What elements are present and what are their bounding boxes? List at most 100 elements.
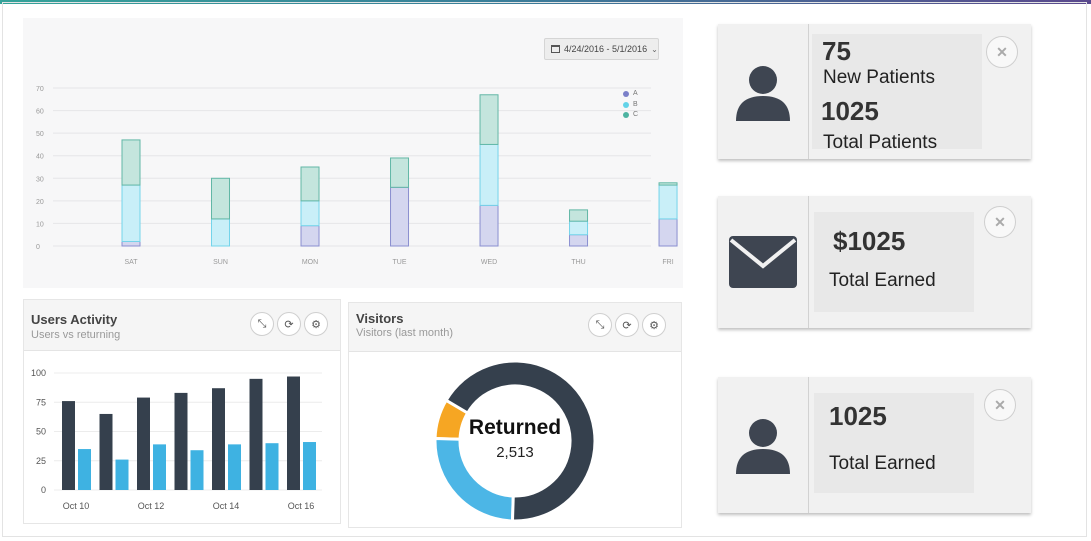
bar-segment-b [300, 200, 320, 227]
earned-close-button[interactable]: ✕ [984, 206, 1016, 238]
y-tick-label: 75 [36, 397, 46, 407]
bar-segment-b [121, 184, 141, 242]
bar-segment-a [390, 186, 410, 247]
x-tick-label: THU [571, 259, 585, 266]
bar-segment-c [479, 94, 499, 145]
patients-icon-area [718, 24, 809, 159]
x-tick-label: Oct 12 [138, 501, 165, 511]
users-activity-chart: 0 25 50 75 100 Oct 10 Oct 12 Oct 14 Oct 16 [31, 368, 322, 511]
visitors-widget: Visitors Visitors (last month) ⤡ ⟳ ⚙ Ret… [348, 302, 682, 528]
bar-segment-c [211, 177, 231, 220]
close-icon: ✕ [996, 43, 1008, 60]
legend-item-a[interactable]: A [623, 89, 638, 100]
bar-segment-b [569, 220, 589, 236]
earned2-card: 1025 Total Earned ✕ [718, 377, 1031, 513]
user-icon [736, 419, 790, 474]
close-icon: ✕ [994, 213, 1006, 230]
y-tick-label: 25 [36, 456, 46, 466]
bar-segment-b [479, 143, 499, 206]
activity-bar [115, 459, 129, 490]
patients-card: 75 New Patients 1025 Total Patients ✕ [718, 24, 1031, 159]
users-activity-header: Users Activity Users vs returning ⤡ ⟳ ⚙ [24, 300, 340, 351]
earned2-close-button[interactable]: ✕ [984, 389, 1016, 421]
total-patients-value: 1025 [821, 96, 879, 126]
legend-label-c: C [633, 111, 639, 118]
bar-segment-c [300, 166, 320, 202]
x-tick-label: Oct 14 [213, 501, 240, 511]
activity-bar [137, 397, 150, 490]
legend-label-a: A [633, 90, 638, 97]
activity-bar [249, 378, 263, 490]
y-tick-label: 10 [36, 221, 44, 228]
y-tick-label: 60 [36, 109, 44, 116]
x-tick-label: Oct 16 [288, 501, 315, 511]
y-tick-label: 70 [36, 86, 44, 93]
activity-bar [153, 444, 166, 490]
refresh-icon[interactable]: ⟳ [277, 312, 301, 336]
y-tick-label: 0 [36, 244, 40, 251]
gear-icon[interactable]: ⚙ [642, 313, 666, 337]
visitors-tools: ⤡ ⟳ ⚙ [588, 313, 666, 337]
x-tick-label: SUN [213, 259, 228, 266]
visitors-subtitle: Visitors (last month) [356, 327, 453, 339]
bar-segment-b [211, 218, 231, 247]
legend-item-c[interactable]: C [623, 110, 638, 121]
earned2-icon-area [718, 377, 809, 513]
donut-center-label: Returned [469, 416, 561, 439]
activity-bar [287, 376, 300, 490]
users-activity-subtitle: Users vs returning [31, 329, 121, 341]
visitors-title: Visitors [356, 311, 404, 326]
y-tick-label: 30 [36, 176, 44, 183]
expand-icon[interactable]: ⤡ [588, 313, 612, 337]
y-tick-label: 50 [36, 131, 44, 138]
bar-segment-c [390, 157, 410, 188]
expand-icon[interactable]: ⤡ [250, 312, 274, 336]
bar-segment-c [121, 139, 141, 186]
patients-close-button[interactable]: ✕ [986, 36, 1018, 68]
total-patients-label: Total Patients [823, 132, 938, 153]
visitors-donut-chart: Returned 2,513 [433, 359, 597, 523]
y-tick-label: 50 [36, 427, 46, 437]
earned-icon-area [718, 196, 809, 328]
activity-bar [174, 392, 188, 490]
legend-dot-b [623, 101, 629, 108]
y-tick-label: 20 [36, 199, 44, 206]
activity-bar [78, 449, 91, 490]
stacked-chart-panel: 0 10 20 30 40 50 60 70 SAT SUN MON TUE WED THU FRI 4/2… [23, 18, 683, 288]
bar-segment-a [121, 240, 141, 247]
bar-segment-a [569, 234, 589, 247]
legend-dot-a [623, 91, 629, 98]
users-activity-title: Users Activity [31, 312, 118, 327]
x-tick-label: TUE [393, 259, 407, 266]
users-activity-tools: ⤡ ⟳ ⚙ [250, 312, 328, 336]
bar-segment-c [658, 182, 678, 186]
earned-card: $1025 Total Earned ✕ [718, 196, 1031, 328]
earned-label: Total Earned [829, 270, 936, 291]
earned-value: $1025 [833, 226, 906, 256]
activity-bar [190, 450, 204, 490]
x-tick-label: FRI [662, 259, 673, 266]
new-patients-label: New Patients [823, 67, 935, 88]
earned2-value: 1025 [829, 401, 887, 431]
refresh-icon[interactable]: ⟳ [615, 313, 639, 337]
x-tick-label: MON [302, 259, 318, 266]
activity-bar [228, 444, 241, 490]
new-patients-value: 75 [822, 36, 851, 66]
activity-bar [212, 388, 225, 490]
calendar-icon [551, 45, 560, 53]
activity-bar [99, 413, 113, 490]
legend-item-b[interactable]: B [623, 100, 638, 111]
bar-segment-b [658, 184, 678, 220]
gear-icon[interactable]: ⚙ [304, 312, 328, 336]
chevron-down-icon: ⌄ [651, 44, 658, 54]
x-tick-label: SAT [124, 259, 138, 266]
legend-label-b: B [633, 100, 638, 108]
x-tick-label: WED [481, 259, 497, 266]
y-tick-label: 40 [36, 154, 44, 161]
chart-legend: A B C [623, 89, 638, 121]
bar-segment-a [479, 204, 499, 247]
bar-segment-a [658, 218, 678, 247]
user-icon [736, 65, 790, 121]
visitors-header: Visitors Visitors (last month) ⤡ ⟳ ⚙ [349, 303, 681, 352]
date-range-picker[interactable]: 4/24/2016 - 5/1/2016 ⌄ [544, 38, 659, 60]
